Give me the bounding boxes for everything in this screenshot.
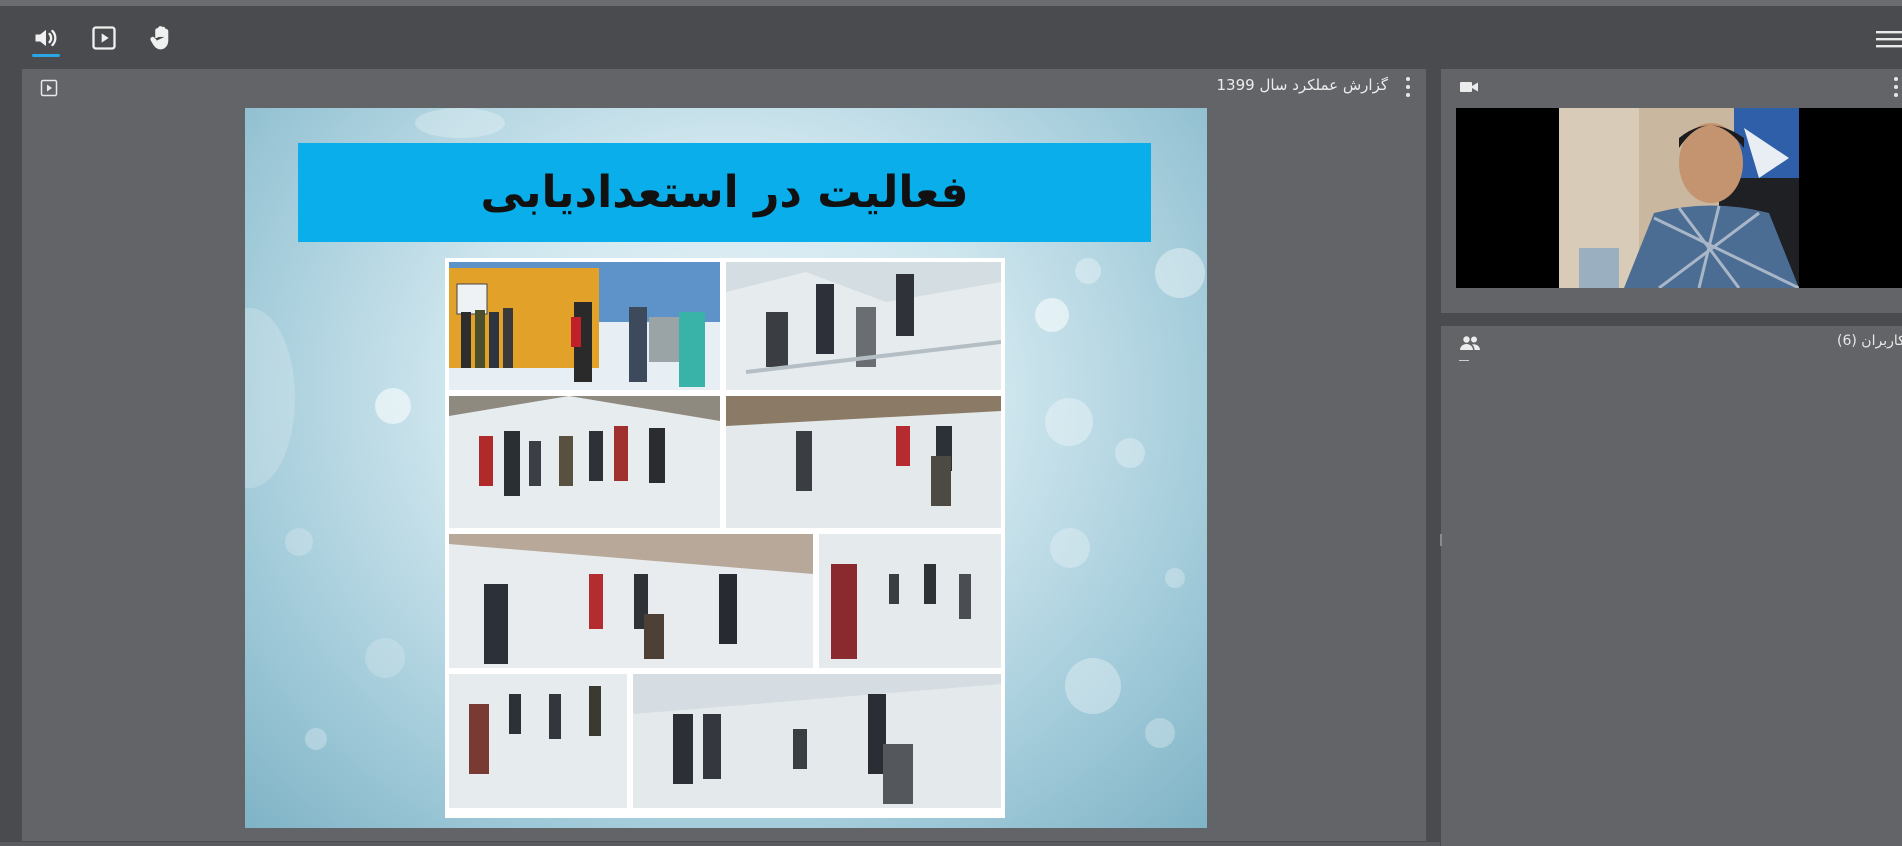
webcam-video bbox=[1456, 108, 1902, 288]
webcam-menu-icon[interactable] bbox=[1893, 77, 1899, 97]
photo-snow-stretching-2 bbox=[449, 534, 813, 668]
presentation-header: گزارش عملکرد سال 1399 bbox=[22, 69, 1426, 105]
bottom-border bbox=[0, 842, 1440, 846]
share-play-button[interactable] bbox=[86, 20, 122, 56]
photo-snow-group-2 bbox=[819, 534, 1001, 668]
photo-collage bbox=[445, 258, 1005, 818]
speaker-icon bbox=[35, 29, 57, 47]
presentation-icon[interactable] bbox=[40, 79, 58, 97]
slide-heading: فعالیت در استعدادیابی bbox=[480, 167, 969, 218]
active-tab-indicator bbox=[32, 54, 60, 57]
photo-snow-hut bbox=[449, 262, 720, 390]
hamburger-icon[interactable] bbox=[1872, 26, 1902, 52]
people-icon bbox=[1460, 336, 1480, 350]
video-camera-icon[interactable] bbox=[1459, 79, 1479, 95]
presentation-panel: گزارش عملکرد سال 1399 فعالیت در استعدادی… bbox=[22, 69, 1426, 841]
hand-raise-icon bbox=[150, 26, 169, 50]
play-icon bbox=[92, 26, 116, 50]
raise-hand-button[interactable] bbox=[144, 20, 180, 56]
slide-heading-banner: فعالیت در استعدادیابی bbox=[298, 143, 1151, 242]
panel-resize-handle[interactable] bbox=[1440, 534, 1442, 546]
photo-snow-group-1 bbox=[449, 396, 720, 528]
presentation-title: گزارش عملکرد سال 1399 bbox=[1216, 76, 1389, 94]
photo-snow-group-4 bbox=[633, 674, 1001, 808]
presenter-video-frame bbox=[1559, 108, 1799, 288]
attendees-list-placeholder bbox=[1459, 360, 1469, 361]
photo-snow-stretching-1 bbox=[726, 396, 1001, 528]
presentation-menu-icon[interactable] bbox=[1405, 77, 1411, 97]
attendees-panel: کاربران (6) bbox=[1441, 326, 1902, 846]
photo-snow-group-3 bbox=[449, 674, 627, 808]
photo-snow-hikers-1 bbox=[726, 262, 1001, 390]
speaker-button[interactable] bbox=[28, 20, 64, 56]
attendees-title: کاربران (6) bbox=[1837, 333, 1902, 349]
webcam-panel bbox=[1441, 69, 1902, 313]
toolbar bbox=[0, 6, 1902, 66]
slide: فعالیت در استعدادیابی bbox=[245, 108, 1207, 828]
